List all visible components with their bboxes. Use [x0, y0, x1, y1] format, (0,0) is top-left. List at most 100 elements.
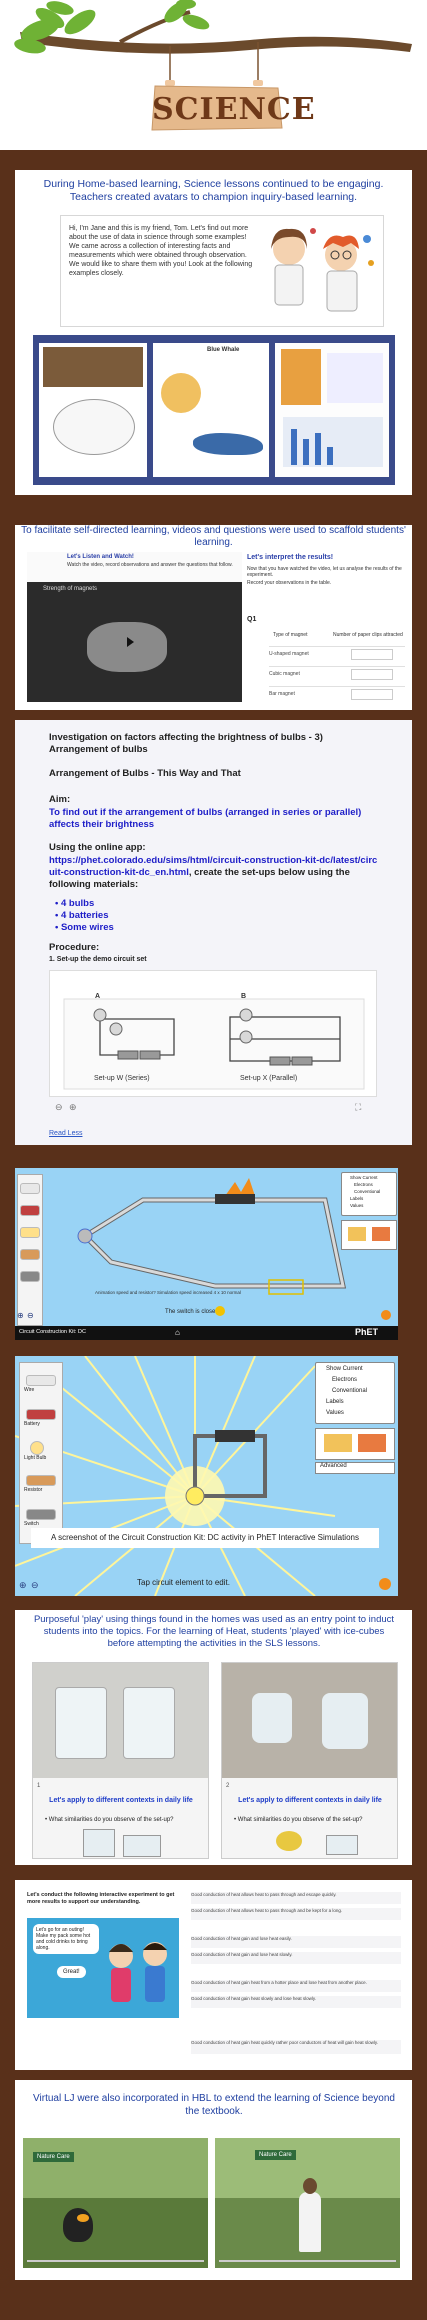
photo[interactable]: [33, 1663, 208, 1778]
option[interactable]: Conventional: [332, 1388, 367, 1394]
answer-field[interactable]: [351, 689, 393, 700]
phet-logo[interactable]: PhET: [355, 1327, 378, 1337]
photo-number: 1: [37, 1783, 41, 1789]
option[interactable]: Values: [326, 1410, 344, 1416]
sim-note: Animation speed and resistor? Simulation…: [95, 1290, 241, 1295]
table-header-cell: Number of paper clips attracted: [333, 632, 403, 638]
view-options-panel: Show Current Electrons Conventional Labe…: [341, 1172, 397, 1216]
thumbnail[interactable]: Blue Whale: [153, 343, 269, 477]
section-play: Purposeful 'play' using things found in …: [15, 1610, 412, 1865]
table-cell: Cubic magnet: [269, 671, 300, 677]
reset-icon[interactable]: [379, 1578, 391, 1590]
header: SCIENCE: [0, 0, 427, 150]
table-cell: U-shaped magnet: [269, 651, 309, 657]
lesson-heading: Let's Listen and Watch!: [67, 554, 134, 560]
table-row: Bar magnet: [269, 686, 405, 701]
section-investigation: Investigation on factors affecting the b…: [15, 720, 412, 1145]
options-list: Good conduction of heat allows heat to p…: [191, 1892, 403, 2062]
option-item[interactable]: Good conduction of heat gain heat quickl…: [191, 2040, 401, 2054]
tool-label[interactable]: Wire: [24, 1387, 34, 1393]
video-player[interactable]: Strength of magnets: [27, 582, 242, 702]
play-icon[interactable]: [127, 637, 134, 647]
page-title: SCIENCE: [152, 92, 316, 127]
investigation-subheading: Arrangement of Bulbs - This Way and That: [49, 768, 241, 779]
apply-question: • What similarities do you observe of th…: [45, 1817, 174, 1823]
option[interactable]: Electrons: [354, 1182, 373, 1187]
fullscreen-icon[interactable]: ⛶: [355, 1102, 361, 1113]
option-item[interactable]: Good conduction of heat allows heat to p…: [191, 1908, 401, 1920]
tool-label[interactable]: Light Bulb: [24, 1455, 46, 1461]
apply-heading: Let's apply to different contexts in dai…: [49, 1797, 193, 1804]
circuit-canvas[interactable]: [65, 1176, 365, 1296]
video-player[interactable]: Nature Care: [215, 2138, 400, 2268]
video-player[interactable]: Nature Care: [23, 2138, 208, 2268]
procedure-label: Procedure:: [49, 942, 100, 953]
option[interactable]: Conventional: [354, 1189, 380, 1194]
circuit-sim-2: Wire Battery Light Bulb Resistor Switch …: [15, 1356, 398, 1596]
setup-a-letter: A: [95, 993, 101, 1000]
zoom-out-icon[interactable]: ⊖: [27, 1311, 34, 1320]
option[interactable]: Values: [350, 1203, 363, 1208]
option-item[interactable]: Good conduction of heat gain and lose he…: [191, 1952, 401, 1964]
tool-label[interactable]: Battery: [24, 1421, 40, 1427]
section-caption: To facilitate self-directed learning, vi…: [21, 525, 406, 548]
option-item[interactable]: Good conduction of heat gain and lose he…: [191, 1936, 401, 1948]
zoom-out-icon[interactable]: ⊖: [55, 1102, 63, 1113]
option-item[interactable]: Good conduction of heat allows heat to p…: [191, 1892, 401, 1904]
aim-label: Aim:: [49, 794, 71, 805]
speech-bubble: Great!: [57, 1966, 86, 1978]
lesson-left: Let's Listen and Watch! Watch the video,…: [27, 552, 242, 702]
advanced-toggle[interactable]: Advanced: [315, 1462, 395, 1474]
thumbnail-title: Blue Whale: [207, 347, 240, 353]
photo-card: 1 Let's apply to different contexts in d…: [32, 1662, 209, 1859]
table-row: U-shaped magnet: [269, 646, 405, 661]
answer-field[interactable]: [351, 669, 393, 680]
sim-status-icon: [215, 1306, 225, 1316]
option-item[interactable]: Good conduction of heat gain heat slowly…: [191, 1996, 401, 2008]
section-experiment: Let's conduct the following interactive …: [15, 1880, 412, 2070]
app-instructions: https://phet.colorado.edu/sims/html/circ…: [49, 855, 379, 891]
option[interactable]: Show Current: [350, 1175, 378, 1180]
photo[interactable]: [222, 1663, 397, 1778]
question-label: Q1: [247, 616, 257, 623]
list-item: • 4 bulbs: [55, 898, 95, 909]
section-caption: Purposeful 'play' using things found in …: [33, 1614, 395, 1649]
video-progress[interactable]: [219, 2260, 396, 2262]
read-less-link[interactable]: Read Less: [49, 1130, 82, 1137]
zoom-out-icon[interactable]: ⊖: [31, 1580, 39, 1591]
children-illustration: [109, 1942, 167, 2002]
zoom-in-icon[interactable]: ⊕: [69, 1102, 77, 1113]
section-avatars: During Home-based learning, Science less…: [15, 170, 412, 495]
zoom-in-icon[interactable]: ⊕: [19, 1580, 27, 1591]
tool-label[interactable]: Resistor: [24, 1487, 42, 1493]
option[interactable]: Labels: [350, 1196, 363, 1201]
list-item: • 4 batteries: [55, 910, 109, 921]
answer-field[interactable]: [351, 649, 393, 660]
tool-label[interactable]: Switch: [24, 1521, 39, 1527]
thumbnail-row: Blue Whale: [33, 335, 395, 485]
option[interactable]: Electrons: [332, 1377, 357, 1383]
aim-text: To find out if the arrangement of bulbs …: [49, 807, 362, 830]
reset-icon[interactable]: [381, 1310, 391, 1320]
thumbnail[interactable]: [39, 343, 147, 477]
table-cell: Bar magnet: [269, 691, 295, 697]
thumbnail[interactable]: [275, 343, 389, 477]
setup-b-letter: B: [241, 993, 247, 1000]
zoom-in-icon[interactable]: ⊕: [17, 1311, 24, 1320]
sim-status: The switch is closed.: [165, 1309, 221, 1315]
option[interactable]: Labels: [326, 1399, 344, 1405]
measure-panel: [341, 1220, 397, 1250]
setup-a-label: Set-up W (Series): [94, 1075, 150, 1082]
section-caption: During Home-based learning, Science less…: [43, 178, 384, 203]
table-row: Cubic magnet: [269, 666, 405, 681]
cartoon-panel: Let's go for an outing! Make my pack som…: [27, 1918, 179, 2018]
option[interactable]: Show Current: [326, 1366, 363, 1372]
sign-text: Nature Care: [33, 2152, 74, 2162]
video-progress[interactable]: [27, 2260, 204, 2262]
option-item[interactable]: Good conduction of heat gain heat from a…: [191, 1980, 401, 1992]
home-icon[interactable]: ⌂: [175, 1328, 180, 1337]
setup-b-label: Set-up X (Parallel): [240, 1075, 298, 1082]
sign-text: Nature Care: [255, 2150, 296, 2160]
section-video: To facilitate self-directed learning, vi…: [15, 525, 412, 710]
table-header-cell: Type of magnet: [273, 632, 308, 638]
